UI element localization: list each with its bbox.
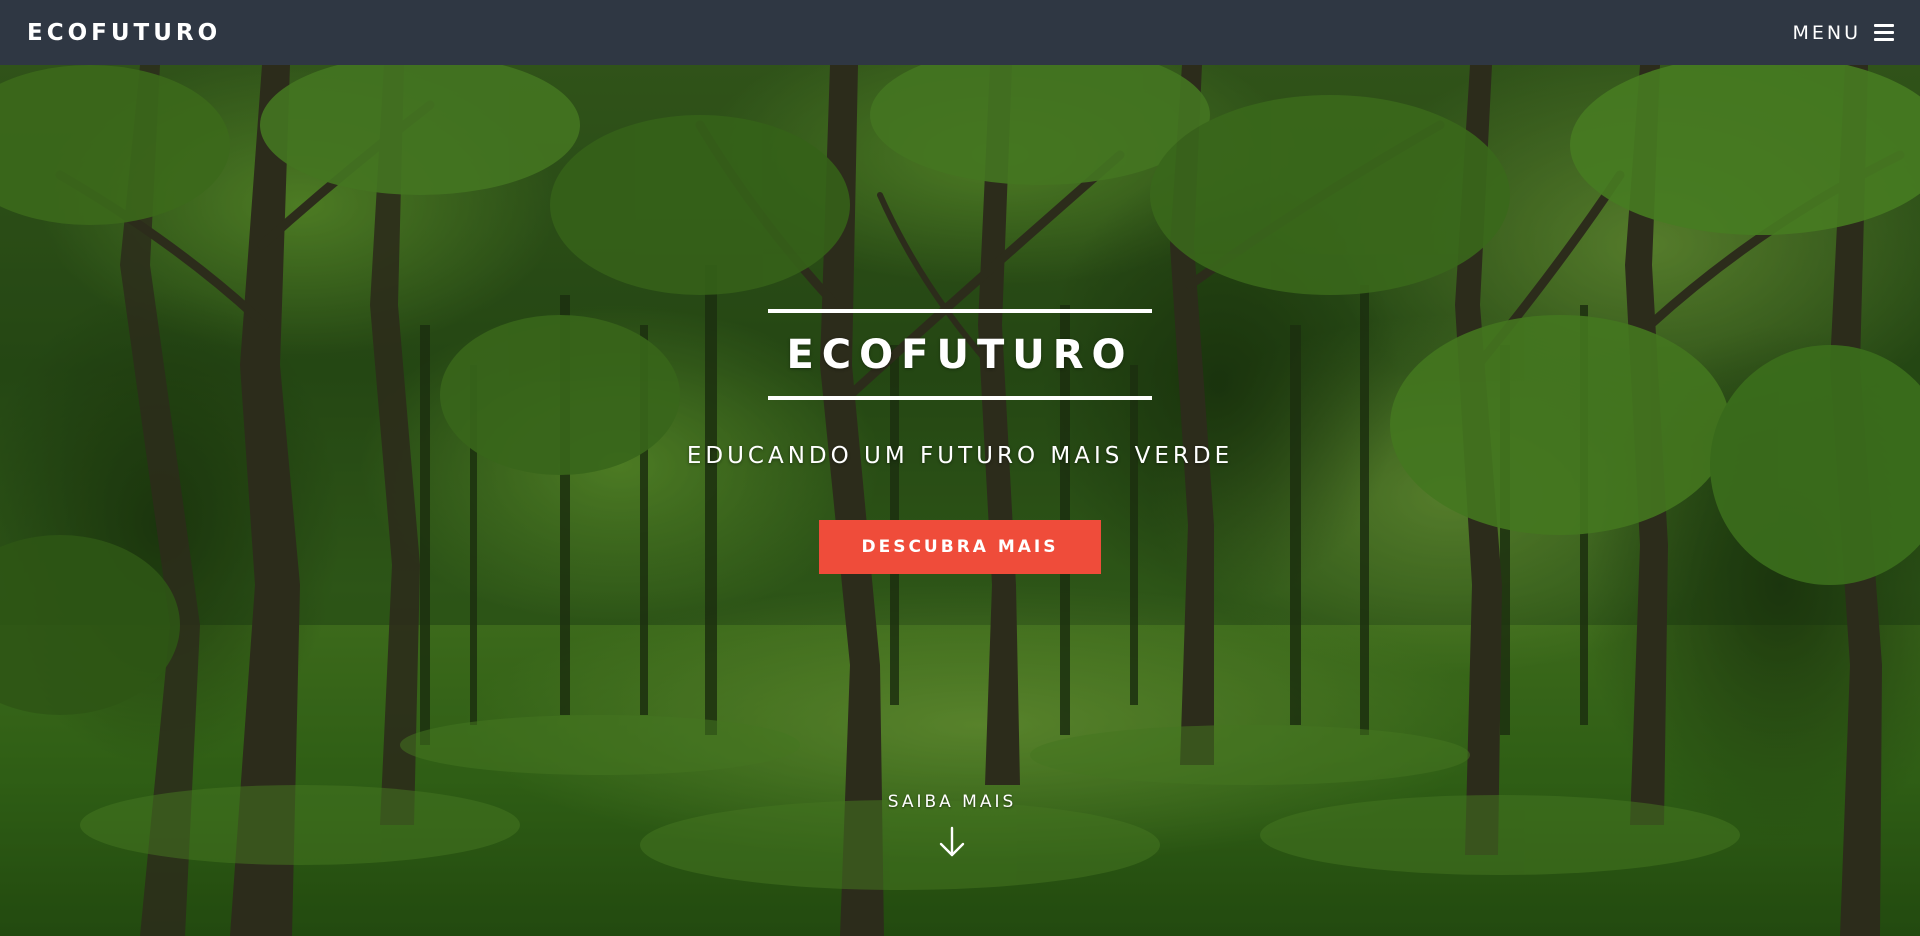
menu-label: MENU — [1792, 21, 1861, 44]
navbar: ECOFUTURO MENU — [0, 0, 1920, 65]
hero-subtitle: EDUCANDO UM FUTURO MAIS VERDE — [686, 443, 1234, 469]
brand-logo[interactable]: ECOFUTURO — [27, 20, 221, 46]
hero-content: ECOFUTURO EDUCANDO UM FUTURO MAIS VERDE … — [0, 65, 1920, 936]
hero-title-block: ECOFUTURO — [768, 309, 1152, 400]
menu-toggle-button[interactable]: MENU — [1792, 22, 1894, 44]
learn-more-scroll-link[interactable]: SAIBA MAIS — [852, 792, 1052, 858]
hamburger-icon — [1874, 24, 1894, 41]
hero-title: ECOFUTURO — [786, 331, 1134, 378]
hero-section: ECOFUTURO EDUCANDO UM FUTURO MAIS VERDE … — [0, 65, 1920, 936]
scroll-label: SAIBA MAIS — [887, 792, 1017, 812]
discover-more-button[interactable]: DESCUBRA MAIS — [819, 520, 1101, 574]
arrow-down-icon — [939, 826, 965, 857]
